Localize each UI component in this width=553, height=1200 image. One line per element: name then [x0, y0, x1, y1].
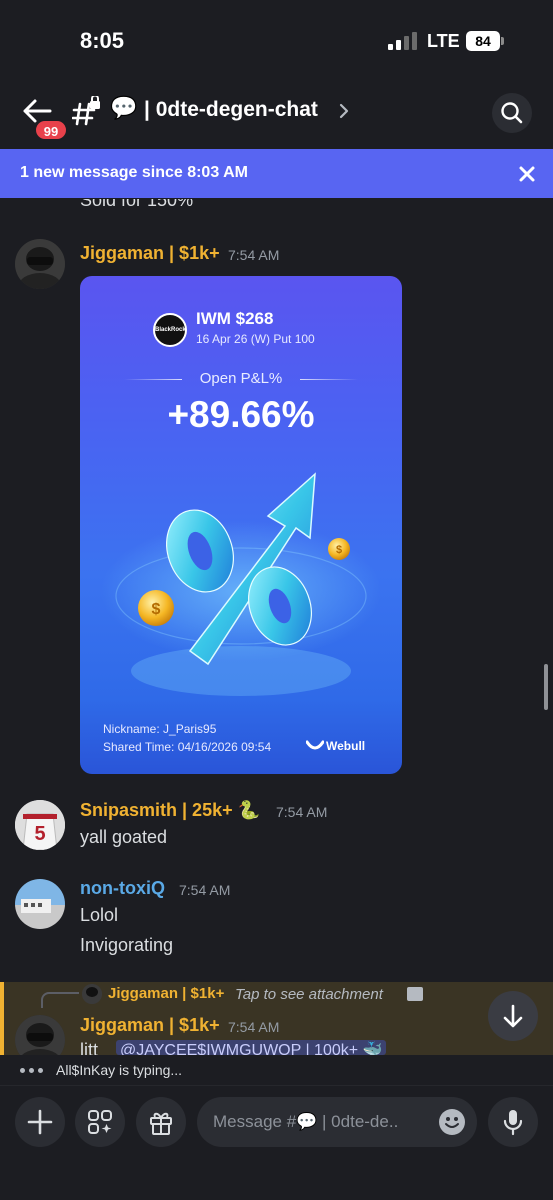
message-text: yall goated	[80, 827, 168, 847]
message-timestamp: 7:54 AM	[179, 882, 231, 898]
search-button[interactable]	[492, 93, 532, 133]
chevron-right-icon[interactable]	[338, 102, 350, 120]
plus-icon	[27, 1109, 53, 1135]
locked-hashtag-icon	[72, 96, 100, 126]
card-brand: Webull	[326, 739, 366, 753]
avatar[interactable]: 5	[15, 800, 65, 850]
message-timestamp: 7:54 AM	[276, 804, 328, 820]
pnl-share-card-image[interactable]: BlackRock IWM $268 16 Apr 26 (W) Put 100…	[80, 276, 402, 774]
unread-badge: 99	[34, 119, 68, 141]
message-input[interactable]: Message #💬 | 0dte-de..	[197, 1097, 477, 1147]
emoji-picker-icon[interactable]	[439, 1109, 465, 1135]
avatar[interactable]	[15, 239, 65, 289]
message-username[interactable]: Jiggaman | $1k+	[80, 1015, 220, 1036]
highlight-bar	[0, 982, 4, 1055]
card-contract: 16 Apr 26 (W) Put 100	[196, 332, 315, 346]
typing-text: All$InKay is typing...	[56, 1062, 183, 1078]
apps-icon	[88, 1110, 112, 1134]
jump-to-present-button[interactable]	[488, 991, 538, 1041]
card-nickname: Nickname: J_Paris95	[103, 722, 217, 736]
channel-title[interactable]: | 0dte-degen-chat	[144, 98, 318, 122]
message-text: Lolol	[80, 905, 119, 925]
arrow-down-icon	[503, 1004, 523, 1028]
signal-icon	[388, 32, 418, 50]
status-time: 8:05	[80, 28, 125, 53]
user-mention[interactable]: @JAYCEE$IWMGUWOP | 100k+ 🐳	[116, 1040, 387, 1055]
webull-logo-icon	[306, 740, 324, 750]
channel-emoji: 💬	[110, 95, 138, 120]
blackrock-logo: BlackRock	[153, 313, 187, 347]
search-icon	[501, 102, 523, 124]
reply-preview-text[interactable]: Tap to see attachment	[235, 986, 383, 1003]
new-messages-banner[interactable]: 1 new message since 8:03 AM	[0, 149, 553, 198]
status-bar: 8:05 LTE 84	[0, 0, 553, 80]
microphone-icon	[503, 1110, 523, 1136]
avatar[interactable]	[15, 879, 65, 929]
message-username[interactable]: Snipasmith | 25k+ 🐍	[80, 800, 260, 821]
card-pl-value: +89.66%	[167, 394, 315, 435]
message-text: Invigorating	[80, 935, 174, 955]
network-label: LTE	[427, 31, 460, 51]
gift-icon	[150, 1112, 172, 1135]
apps-button[interactable]	[75, 1097, 125, 1147]
voice-message-button[interactable]	[488, 1097, 538, 1147]
reply-avatar	[82, 984, 102, 1004]
reply-username[interactable]: Jiggaman | $1k+	[108, 985, 224, 1002]
battery-icon: 84	[466, 31, 504, 51]
card-shared-time: Shared Time: 04/16/2026 09:54	[103, 740, 272, 754]
svg-text:$: $	[152, 601, 161, 618]
add-attachment-button[interactable]	[15, 1097, 65, 1147]
image-icon	[407, 987, 423, 1001]
card-pl-label: Open P&L%	[199, 370, 283, 387]
gift-button[interactable]	[136, 1097, 186, 1147]
percent-arrow-illustration: $ $	[101, 472, 381, 696]
battery-level: 84	[466, 31, 500, 51]
message-text: litt	[80, 1040, 98, 1055]
svg-text:5: 5	[34, 823, 45, 845]
message-username[interactable]: non-toxiQ	[80, 878, 165, 899]
reply-connector	[41, 992, 79, 1008]
channel-header: 99 💬 | 0dte-degen-chat	[0, 86, 553, 142]
card-ticker: IWM $268	[196, 309, 274, 328]
message-timestamp: 7:54 AM	[228, 247, 280, 263]
scrollbar-thumb[interactable]	[544, 664, 548, 710]
message-username[interactable]: Jiggaman | $1k+	[80, 243, 220, 264]
new-messages-text: 1 new message since 8:03 AM	[20, 164, 248, 181]
message-input-placeholder: Message #💬 | 0dte-de..	[213, 1112, 399, 1131]
close-icon[interactable]	[516, 163, 538, 185]
typing-dots-icon	[20, 1068, 46, 1074]
svg-text:$: $	[336, 544, 342, 556]
message-timestamp: 7:54 AM	[228, 1019, 280, 1035]
